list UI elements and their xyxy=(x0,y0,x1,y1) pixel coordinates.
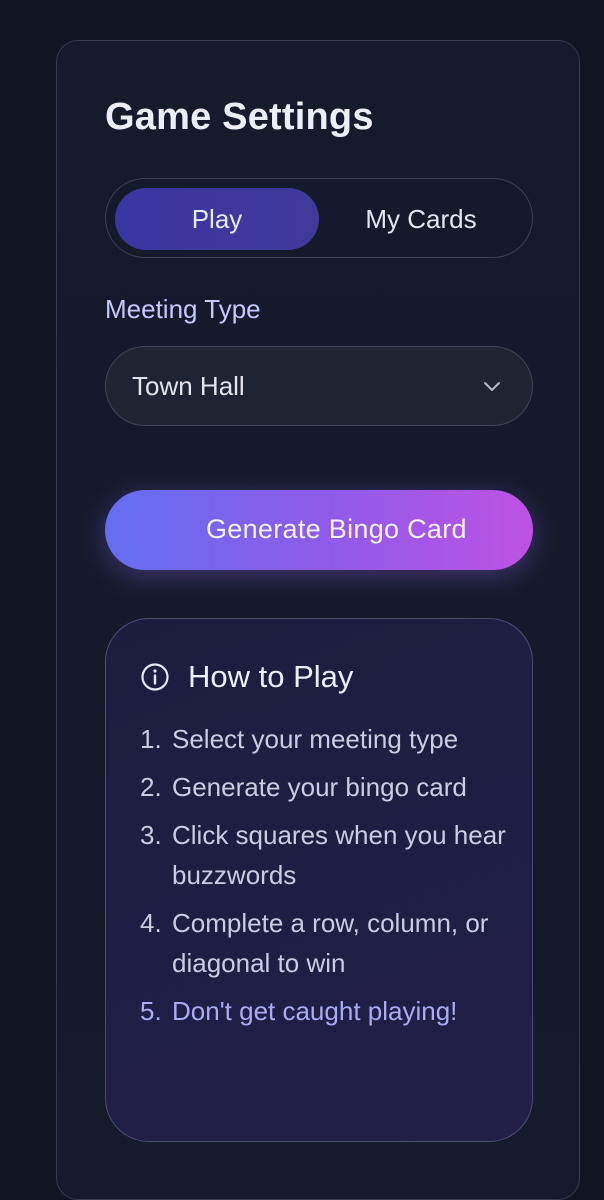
tab-my-cards[interactable]: My Cards xyxy=(319,188,523,250)
tab-play[interactable]: Play xyxy=(115,188,319,250)
step-number: 4. xyxy=(140,908,162,938)
mode-toggle: Play My Cards xyxy=(105,178,533,258)
step-item: 4. Complete a row, column, or diagonal t… xyxy=(140,903,510,983)
step-number: 3. xyxy=(140,820,162,850)
step-item: 3. Click squares when you hear buzzwords xyxy=(140,815,510,895)
meeting-type-value: Town Hall xyxy=(132,371,245,401)
step-number: 1. xyxy=(140,724,162,754)
info-icon xyxy=(141,663,169,691)
step-item: 1. Select your meeting type xyxy=(140,719,510,759)
step-number: 5. xyxy=(140,996,162,1026)
step-text: Generate your bingo card xyxy=(172,772,467,802)
step-item-highlight: 5. Don't get caught playing! xyxy=(140,991,510,1031)
how-to-play-title: How to Play xyxy=(188,659,354,694)
step-text: Complete a row, column, or diagonal to w… xyxy=(172,908,489,978)
step-text: Don't get caught playing! xyxy=(172,996,458,1026)
how-to-play-card: How to Play 1. Select your meeting type … xyxy=(105,618,533,1142)
generate-button-label: Generate Bingo Card xyxy=(206,514,467,544)
how-to-play-steps: 1. Select your meeting type 2. Generate … xyxy=(140,719,510,1039)
step-text: Click squares when you hear buzzwords xyxy=(172,820,506,890)
page-title: Game Settings xyxy=(105,96,374,138)
chevron-down-icon xyxy=(484,382,500,391)
step-number: 2. xyxy=(140,772,162,802)
meeting-type-select[interactable]: Town Hall xyxy=(105,346,533,426)
generate-bingo-card-button[interactable]: Generate Bingo Card xyxy=(105,490,533,570)
step-item: 2. Generate your bingo card xyxy=(140,767,510,807)
meeting-type-label: Meeting Type xyxy=(105,294,261,324)
step-text: Select your meeting type xyxy=(172,724,459,754)
